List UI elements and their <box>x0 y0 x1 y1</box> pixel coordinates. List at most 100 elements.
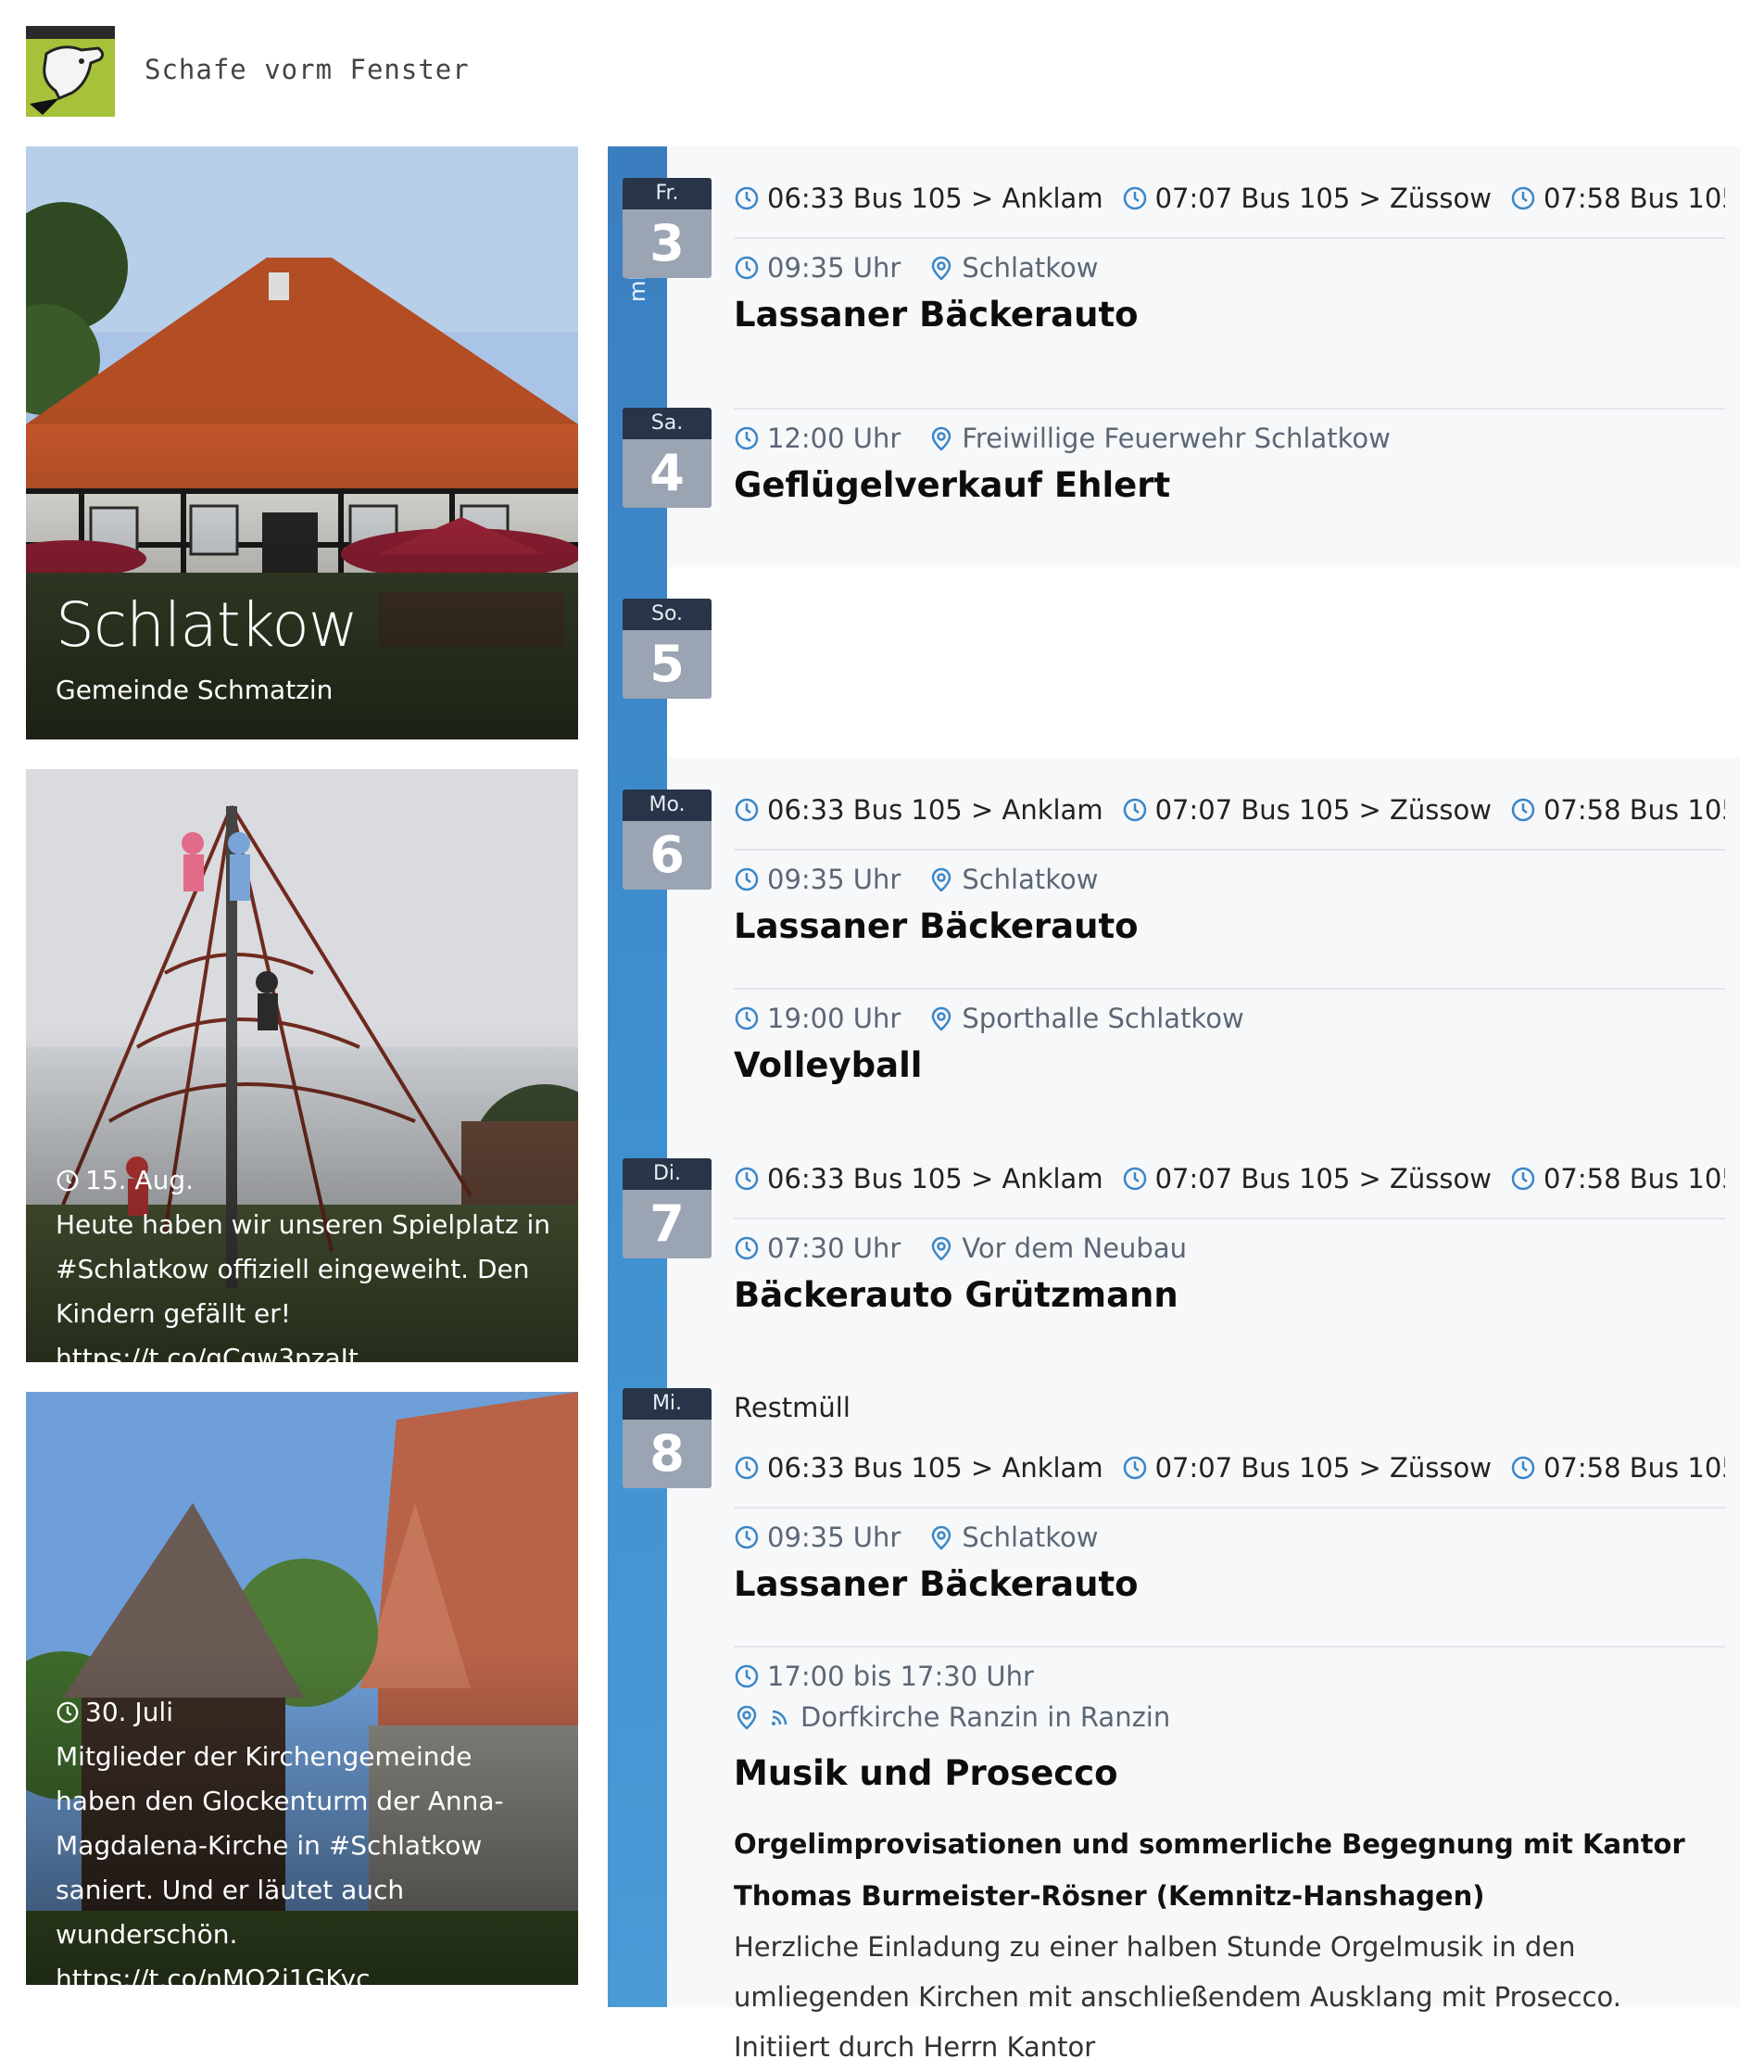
clock-icon <box>57 1701 79 1724</box>
rss-icon <box>772 1710 788 1725</box>
event-meta: 17:00 bis 17:30 Uhr <box>734 1661 1034 1692</box>
tweet-content: 15. Aug. Heute haben wir unseren Spielpl… <box>56 1158 556 1362</box>
bus-departure[interactable]: 06:33 Bus 105 > Anklam <box>734 1163 1103 1194</box>
event-meta: 09:35 Uhr Schlatkow <box>734 252 1098 284</box>
clock-icon <box>735 1006 759 1030</box>
location-pin-icon <box>932 1525 951 1550</box>
separator <box>734 1218 1725 1219</box>
event-time: 19:00 Uhr <box>767 1003 901 1034</box>
tweet-date: 15. Aug. <box>85 1165 195 1195</box>
bus-departure[interactable]: 07:58 Bus 105 > Anklam <box>1510 794 1725 826</box>
place-municipality: Gemeinde Schmatzin <box>56 675 334 705</box>
clock-icon <box>735 1525 759 1549</box>
clock-icon <box>735 186 759 210</box>
bus-departure[interactable]: 07:58 Bus 105 > Anklam <box>1510 1163 1725 1194</box>
event-place[interactable]: Schlatkow <box>962 864 1098 895</box>
event-time: 12:00 Uhr <box>767 423 901 454</box>
bus-departures: 06:33 Bus 105 > Anklam 07:07 Bus 105 > Z… <box>734 182 1725 215</box>
clock-icon <box>1123 1456 1146 1480</box>
day-badge[interactable]: So. 5 <box>623 599 712 699</box>
tweet-content: 30. Juli Mitglieder der Kirchengemeinde … <box>56 1690 556 1985</box>
location-pin-icon <box>737 1705 757 1730</box>
day-badge[interactable]: Di. 7 <box>623 1158 712 1258</box>
clock-icon <box>57 1169 79 1192</box>
bus-departures: 06:33 Bus 105 > Anklam 07:07 Bus 105 > Z… <box>734 1451 1725 1485</box>
location-pin-icon <box>932 1236 951 1261</box>
location-pin-icon <box>932 256 951 281</box>
bus-departure[interactable]: 07:07 Bus 105 > Züssow <box>1122 1452 1492 1484</box>
site-title[interactable]: Schafe vorm Fenster <box>145 54 470 85</box>
event-place[interactable]: Schlatkow <box>962 1522 1098 1553</box>
location-pin-icon <box>932 867 951 892</box>
event-title[interactable]: Lassaner Bäckerauto <box>734 906 1139 946</box>
event-title[interactable]: Musik und Prosecco <box>734 1753 1118 1793</box>
clock-icon <box>1511 798 1535 822</box>
site-logo[interactable] <box>26 24 115 117</box>
event-place[interactable]: Vor dem Neubau <box>962 1232 1187 1264</box>
day-panel-so <box>667 567 1740 758</box>
clock-icon <box>1123 186 1146 210</box>
event-meta: 09:35 Uhr Schlatkow <box>734 864 1098 895</box>
event-meta: 07:30 Uhr Vor dem Neubau <box>734 1232 1187 1264</box>
bus-departure[interactable]: 06:33 Bus 105 > Anklam <box>734 794 1103 826</box>
event-place[interactable]: Freiwillige Feuerwehr Schlatkow <box>962 423 1391 454</box>
event-place[interactable]: Dorfkirche Ranzin in Ranzin <box>800 1701 1170 1733</box>
day-badge[interactable]: Mi. 8 <box>623 1388 712 1488</box>
clock-icon <box>1511 1456 1535 1480</box>
event-description: Herzliche Einladung zu einer halben Stun… <box>734 1931 1621 2063</box>
separator <box>734 1646 1725 1648</box>
event-meta: 19:00 Uhr Sporthalle Schlatkow <box>734 1003 1244 1034</box>
tweet-card[interactable]: 15. Aug. Heute haben wir unseren Spielpl… <box>26 769 578 1362</box>
bus-departure[interactable]: 06:33 Bus 105 > Anklam <box>734 183 1103 214</box>
event-time: 07:30 Uhr <box>767 1232 901 1264</box>
clock-icon <box>735 1167 759 1191</box>
event-title[interactable]: Geflügelverkauf Ehlert <box>734 465 1170 505</box>
bus-departure[interactable]: 06:33 Bus 105 > Anklam <box>734 1452 1103 1484</box>
event-place[interactable]: Sporthalle Schlatkow <box>962 1003 1243 1034</box>
clock-icon <box>1123 1167 1146 1191</box>
place-card[interactable]: Schlatkow Gemeinde Schmatzin <box>26 146 578 739</box>
event-meta: 12:00 Uhr Freiwillige Feuerwehr Schlatko… <box>734 423 1391 454</box>
tweet-card[interactable]: 30. Juli Mitglieder der Kirchengemeinde … <box>26 1392 578 1985</box>
tweet-date: 30. Juli <box>85 1697 173 1727</box>
separator <box>734 1507 1725 1509</box>
event-title[interactable]: Volleyball <box>734 1045 922 1085</box>
bus-departure[interactable]: 07:07 Bus 105 > Züssow <box>1122 1163 1492 1194</box>
separator <box>734 237 1725 239</box>
event-time: 09:35 Uhr <box>767 864 901 895</box>
clock-icon <box>735 426 759 450</box>
day-badge[interactable]: Sa. 4 <box>623 408 712 508</box>
bus-departure[interactable]: 07:07 Bus 105 > Züssow <box>1122 183 1492 214</box>
day-badge[interactable]: Fr. 3 <box>623 178 712 278</box>
bus-departure[interactable]: 07:58 Bus 105 > Anklam <box>1510 183 1725 214</box>
place-name: Schlatkow <box>56 589 359 661</box>
clock-icon <box>735 1664 759 1688</box>
event-time: 17:00 bis 17:30 Uhr <box>767 1661 1034 1692</box>
location-pin-icon <box>932 426 951 451</box>
separator <box>734 408 1725 410</box>
event-time: 09:35 Uhr <box>767 252 901 284</box>
clock-icon <box>1511 1167 1535 1191</box>
waste-collection-note: Restmüll <box>734 1392 850 1423</box>
bus-departure[interactable]: 07:58 Bus 105 > Anklam <box>1510 1452 1725 1484</box>
event-title[interactable]: Lassaner Bäckerauto <box>734 1564 1139 1604</box>
event-meta: 09:35 Uhr Schlatkow <box>734 1522 1098 1553</box>
event-place[interactable]: Schlatkow <box>962 252 1098 284</box>
event-time: 09:35 Uhr <box>767 1522 901 1553</box>
separator <box>734 849 1725 851</box>
clock-icon <box>735 256 759 280</box>
clock-icon <box>735 798 759 822</box>
bus-departures: 06:33 Bus 105 > Anklam 07:07 Bus 105 > Z… <box>734 1162 1725 1195</box>
clock-icon <box>735 867 759 891</box>
bus-departures: 06:33 Bus 105 > Anklam 07:07 Bus 105 > Z… <box>734 793 1725 827</box>
event-title[interactable]: Bäckerauto Grützmann <box>734 1275 1178 1315</box>
tweet-text: Mitglieder der Kirchengemeinde haben den… <box>56 1741 504 1985</box>
bus-departure[interactable]: 07:07 Bus 105 > Züssow <box>1122 794 1492 826</box>
clock-icon <box>1123 798 1146 822</box>
clock-icon <box>1511 186 1535 210</box>
day-badge[interactable]: Mo. 6 <box>623 790 712 890</box>
clock-icon <box>735 1236 759 1260</box>
event-title[interactable]: Lassaner Bäckerauto <box>734 295 1139 335</box>
location-pin-icon <box>932 1006 951 1031</box>
event-subtitle: Orgelimprovisationen und sommerliche Beg… <box>734 1828 1685 1912</box>
